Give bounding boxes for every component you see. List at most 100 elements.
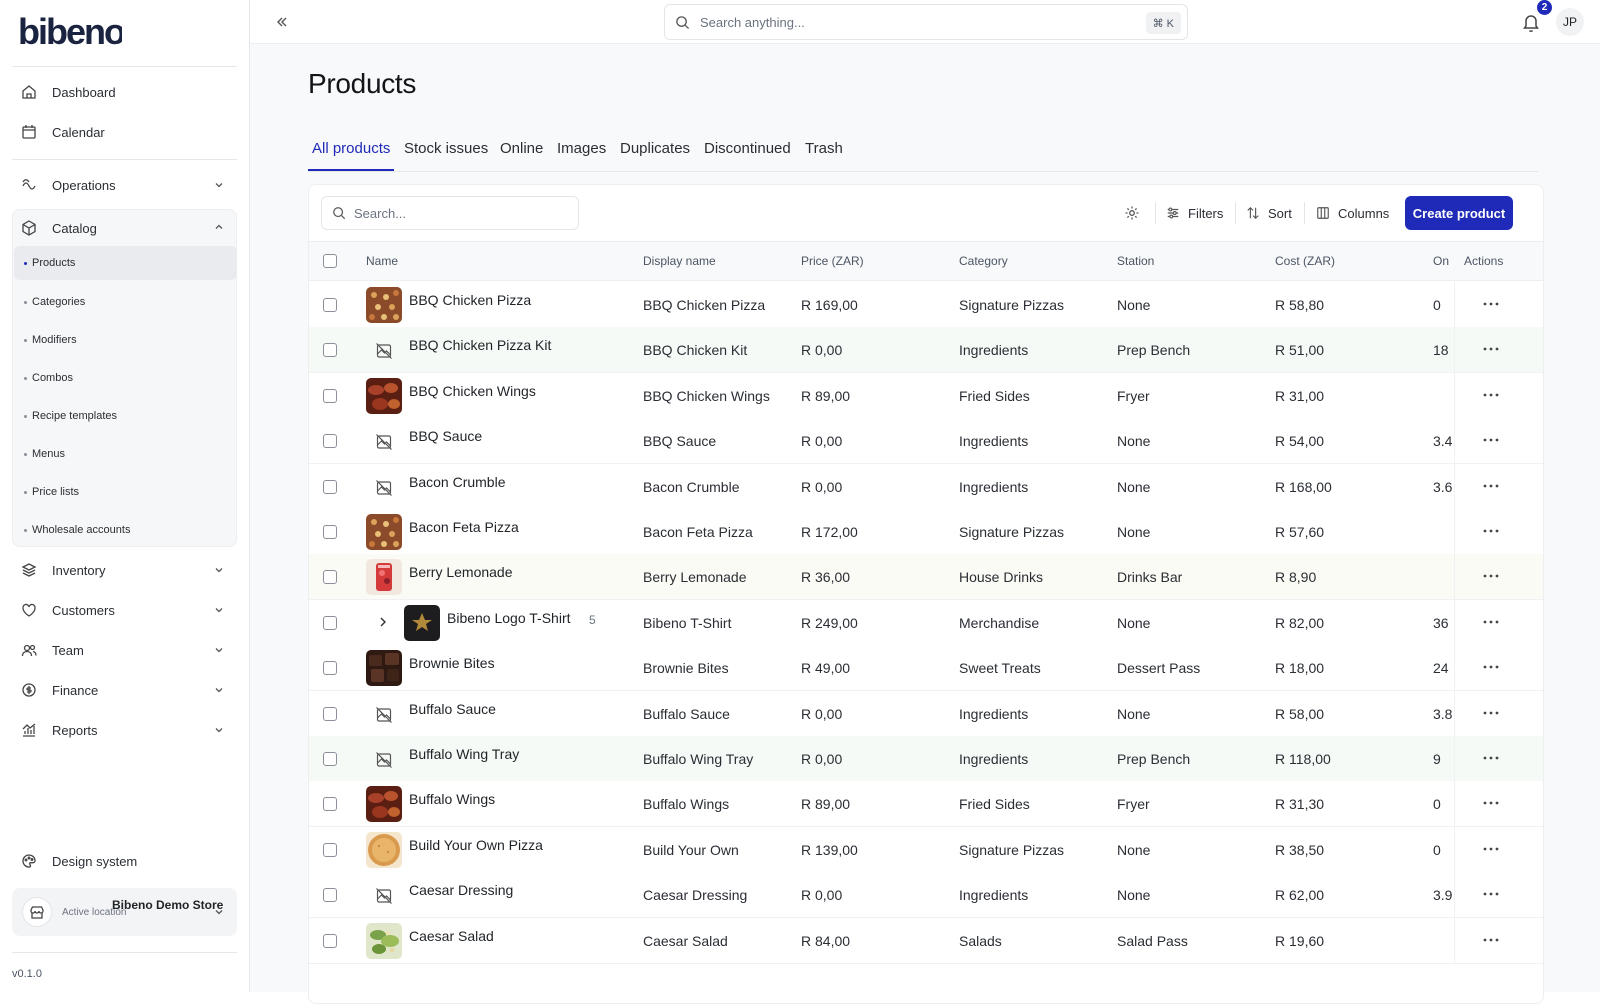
product-name[interactable]: Caesar Dressing (409, 882, 513, 898)
nav-reports[interactable]: Reports (12, 712, 237, 748)
more-icon[interactable] (1482, 751, 1500, 765)
product-name[interactable]: Bacon Crumble (409, 474, 506, 490)
column-name[interactable]: Name (366, 254, 398, 268)
nav-customers[interactable]: Customers (12, 592, 237, 628)
more-icon[interactable] (1482, 388, 1500, 402)
table-row[interactable]: Build Your Own Pizza Build Your Own R 139,… (309, 826, 1543, 873)
tab-duplicates[interactable]: Duplicates (620, 140, 690, 157)
nav-operations[interactable]: Operations (12, 167, 237, 203)
row-checkbox[interactable] (323, 298, 337, 312)
table-row[interactable]: Brownie Bites Brownie Bites R 49,00 Sweet T… (309, 645, 1543, 692)
tab-images[interactable]: Images (557, 140, 606, 157)
product-name[interactable]: Buffalo Wings (409, 791, 495, 807)
row-checkbox[interactable] (323, 933, 337, 948)
columns-button[interactable]: Columns (1316, 196, 1389, 230)
table-row[interactable]: BBQ Sauce BBQ Sauce R 0,00 Ingredients None R… (309, 418, 1543, 465)
tab-all-products[interactable]: All products (312, 140, 390, 157)
nav-calendar[interactable]: Calendar (12, 114, 237, 150)
nav-design-system[interactable]: Design system (12, 843, 237, 879)
nav-recipe-templates[interactable]: Recipe templates (24, 409, 236, 423)
table-row[interactable]: BBQ Chicken Pizza Kit BBQ Chicken Kit R 0,… (309, 327, 1543, 374)
product-name[interactable]: Buffalo Wing Tray (409, 746, 519, 762)
table-row[interactable]: Bacon Feta Pizza Bacon Feta Pizza R 172,00… (309, 509, 1543, 555)
row-checkbox[interactable] (323, 615, 337, 630)
table-row[interactable]: BBQ Chicken Pizza BBQ Chicken Pizza R 169,… (309, 282, 1543, 328)
more-icon[interactable] (1482, 615, 1500, 629)
row-checkbox[interactable] (323, 752, 337, 766)
select-all-checkbox[interactable] (323, 254, 337, 268)
nav-catalog[interactable]: Catalog (12, 209, 237, 247)
bell-icon[interactable] (1520, 11, 1542, 33)
row-checkbox[interactable] (323, 842, 337, 857)
product-name[interactable]: Build Your Own Pizza (409, 837, 543, 853)
row-checkbox[interactable] (323, 797, 337, 812)
product-name[interactable]: BBQ Chicken Pizza (409, 292, 531, 308)
product-name[interactable]: BBQ Chicken Wings (409, 383, 536, 399)
product-name[interactable]: Berry Lemonade (409, 564, 513, 580)
product-name[interactable]: Bacon Feta Pizza (409, 519, 519, 535)
tab-stock-issues[interactable]: Stock issues (404, 140, 488, 157)
bibeno-logo[interactable]: bibeno (18, 14, 122, 50)
row-checkbox[interactable] (323, 661, 337, 676)
column-price[interactable]: Price (ZAR) (801, 254, 864, 268)
nav-inventory[interactable]: Inventory (12, 552, 237, 588)
row-checkbox[interactable] (323, 888, 337, 903)
more-icon[interactable] (1482, 569, 1500, 583)
more-icon[interactable] (1482, 933, 1500, 947)
column-display-name[interactable]: Display name (643, 254, 716, 268)
column-station[interactable]: Station (1117, 254, 1154, 268)
nav-products[interactable]: Products (14, 246, 237, 280)
nav-price-lists[interactable]: Price lists (24, 485, 236, 499)
more-icon[interactable] (1482, 342, 1500, 356)
nav-finance[interactable]: Finance (12, 672, 237, 708)
nav-wholesale-accounts[interactable]: Wholesale accounts (24, 523, 236, 537)
table-row[interactable]: Berry Lemonade Berry Lemonade R 36,00 House… (309, 554, 1543, 601)
column-on-hand[interactable]: On hand (1433, 254, 1453, 268)
product-name[interactable]: BBQ Sauce (409, 428, 482, 444)
row-checkbox[interactable] (323, 570, 337, 585)
more-icon[interactable] (1482, 706, 1500, 720)
create-product-button[interactable]: Create product (1405, 196, 1513, 230)
more-icon[interactable] (1482, 524, 1500, 538)
table-row[interactable]: Bacon Crumble Bacon Crumble R 0,00 Ingredie… (309, 463, 1543, 510)
table-search-input[interactable]: Search... (321, 196, 579, 230)
global-search-input[interactable]: Search anything... ⌘ K (664, 4, 1188, 40)
tab-discontinued[interactable]: Discontinued (704, 140, 791, 157)
user-avatar[interactable]: JP (1556, 8, 1584, 36)
column-category[interactable]: Category (959, 254, 1008, 268)
product-name[interactable]: Caesar Salad (409, 928, 494, 944)
more-icon[interactable] (1482, 796, 1500, 810)
table-row[interactable]: Caesar Salad Caesar Salad R 84,00 Salads Sal… (309, 917, 1543, 964)
table-row[interactable]: Caesar Dressing Caesar Dressing R 0,00 Ingr… (309, 872, 1543, 919)
nav-categories[interactable]: Categories (24, 295, 236, 309)
more-icon[interactable] (1482, 660, 1500, 674)
collapse-sidebar-icon[interactable] (274, 14, 290, 30)
table-row[interactable]: Buffalo Wings Buffalo Wings R 89,00 Fried S… (309, 781, 1543, 828)
product-name[interactable]: Brownie Bites (409, 655, 495, 671)
tab-online[interactable]: Online (500, 140, 543, 157)
more-icon[interactable] (1482, 297, 1500, 311)
settings-button[interactable] (1124, 196, 1148, 230)
table-row[interactable]: Buffalo Wing Tray Buffalo Wing Tray R 0,00… (309, 736, 1543, 782)
filters-button[interactable]: Filters (1166, 196, 1223, 230)
product-name[interactable]: Bibeno Logo T-Shirt (447, 610, 571, 626)
nav-menus[interactable]: Menus (24, 447, 236, 461)
row-checkbox[interactable] (323, 479, 337, 494)
chevron-right-icon[interactable] (376, 615, 390, 629)
table-row[interactable]: Buffalo Sauce Buffalo Sauce R 0,00 Ingredie… (309, 690, 1543, 737)
row-checkbox[interactable] (323, 388, 337, 403)
row-checkbox[interactable] (323, 343, 337, 358)
nav-dashboard[interactable]: Dashboard (12, 74, 237, 110)
table-row[interactable]: BBQ Chicken Wings BBQ Chicken Wings R 89,0… (309, 372, 1543, 419)
row-checkbox[interactable] (323, 525, 337, 539)
product-name[interactable]: Buffalo Sauce (409, 701, 496, 717)
sort-button[interactable]: Sort (1246, 196, 1292, 230)
more-icon[interactable] (1482, 433, 1500, 447)
row-checkbox[interactable] (323, 434, 337, 449)
column-cost[interactable]: Cost (ZAR) (1275, 254, 1335, 268)
tab-trash[interactable]: Trash (805, 140, 843, 157)
product-name[interactable]: BBQ Chicken Pizza Kit (409, 337, 551, 353)
more-icon[interactable] (1482, 842, 1500, 856)
more-icon[interactable] (1482, 479, 1500, 493)
nav-modifiers[interactable]: Modifiers (24, 333, 236, 347)
